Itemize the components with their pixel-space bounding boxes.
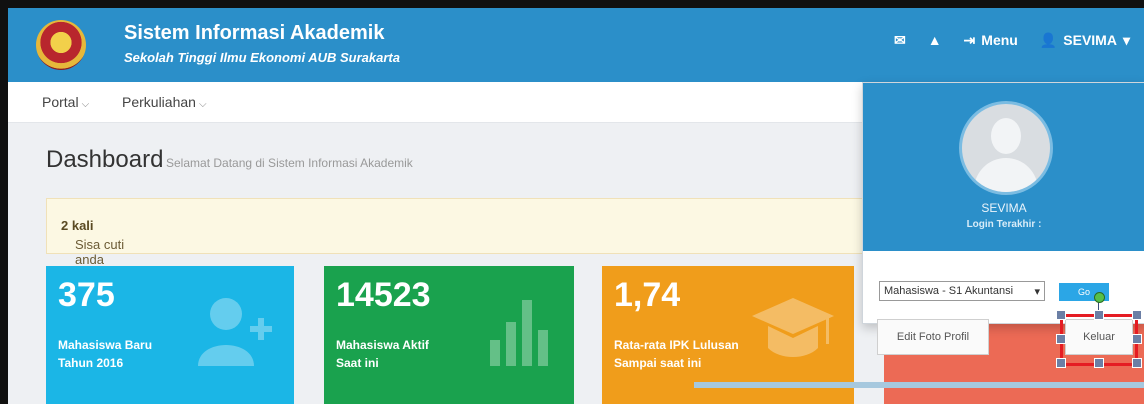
resize-handle [1056, 310, 1066, 320]
institution-name: Sekolah Tinggi Ilmu Ekonomi AUB Surakart… [124, 50, 400, 65]
messages-button[interactable]: ✉ [894, 33, 906, 47]
caret-down-icon: ▾ [1122, 32, 1130, 48]
menu-item-label: Portal [42, 94, 79, 110]
screen-border-top [0, 0, 1144, 8]
chevron-down-icon: ⌵ [198, 99, 207, 110]
stat-value: 1,74 [614, 276, 681, 314]
stat-value: 375 [58, 276, 115, 314]
panel-edge [694, 382, 1144, 388]
resize-handle [1056, 334, 1066, 344]
edit-photo-button[interactable]: Edit Foto Profil [877, 319, 989, 355]
resize-handle [1132, 310, 1142, 320]
menu-label: Menu [981, 32, 1018, 48]
avatar-body-shape [974, 158, 1038, 192]
stat-value: 14523 [336, 276, 431, 314]
sign-in-icon: ⇥ [963, 32, 976, 48]
resize-handle [1132, 358, 1142, 368]
user-dropdown-header: SEVIMA Login Terakhir : [863, 83, 1144, 251]
navbar-right: ✉ ▲ ⇥ Menu 👤 SEVIMA ▾ [894, 32, 1130, 48]
menu-item-portal[interactable]: Portal ⌵ [42, 94, 89, 110]
avatar-head-shape [991, 118, 1021, 154]
top-navbar: Sistem Informasi Akademik Sekolah Tinggi… [8, 8, 1144, 82]
select-arrow-icon: ▾ [1034, 285, 1040, 298]
alert-value: 2 kali [61, 218, 94, 233]
resize-handle [1056, 358, 1066, 368]
avatar [959, 101, 1053, 195]
leave-alert: Sisa cuti anda sebanyak 2 kali [46, 198, 868, 282]
app-window: Sistem Informasi Akademik Sekolah Tinggi… [8, 8, 1144, 404]
college-logo [36, 20, 86, 70]
resize-handle [1132, 334, 1142, 344]
rotate-handle [1094, 292, 1105, 303]
menu-item-perkuliahan[interactable]: Perkuliahan ⌵ [122, 94, 207, 110]
stat-card-active-students[interactable]: 14523 Mahasiswa Aktif Saat ini [324, 266, 574, 404]
bar-chart-icon [490, 300, 548, 366]
user-name: SEVIMA [981, 201, 1027, 215]
menu-button[interactable]: ⇥ Menu [964, 32, 1018, 48]
user-menu-button[interactable]: 👤 SEVIMA ▾ [1040, 32, 1130, 48]
resize-handle [1094, 310, 1104, 320]
menu-item-label: Perkuliahan [122, 94, 196, 110]
app-title: Sistem Informasi Akademik [124, 22, 385, 44]
graduation-cap-icon [752, 298, 834, 357]
stat-card-new-students[interactable]: 375 Mahasiswa Baru Tahun 2016 [46, 266, 294, 404]
warning-icon: ▲ [927, 32, 942, 48]
page-subtitle: Selamat Datang di Sistem Informasi Akade… [166, 156, 413, 170]
user-icon: 👤 [1039, 32, 1058, 48]
resize-handle [1094, 358, 1104, 368]
add-user-icon [198, 298, 272, 366]
notifications-button[interactable]: ▲ [928, 33, 942, 47]
screen-border-left [0, 0, 8, 404]
role-select[interactable]: Mahasiswa - S1 Akuntansi ▾ [879, 281, 1045, 301]
page-title: Dashboard [46, 146, 164, 173]
user-label: SEVIMA [1063, 32, 1117, 48]
user-dropdown: SEVIMA Login Terakhir : Mahasiswa - S1 A… [862, 82, 1144, 355]
chevron-down-icon: ⌵ [81, 99, 90, 110]
envelope-icon: ✉ [893, 32, 906, 48]
last-login-label: Login Terakhir : [966, 219, 1042, 230]
role-select-value: Mahasiswa - S1 Akuntansi [884, 285, 1014, 297]
alert-text: Sisa cuti anda sebanyak 2 kali [61, 218, 131, 282]
